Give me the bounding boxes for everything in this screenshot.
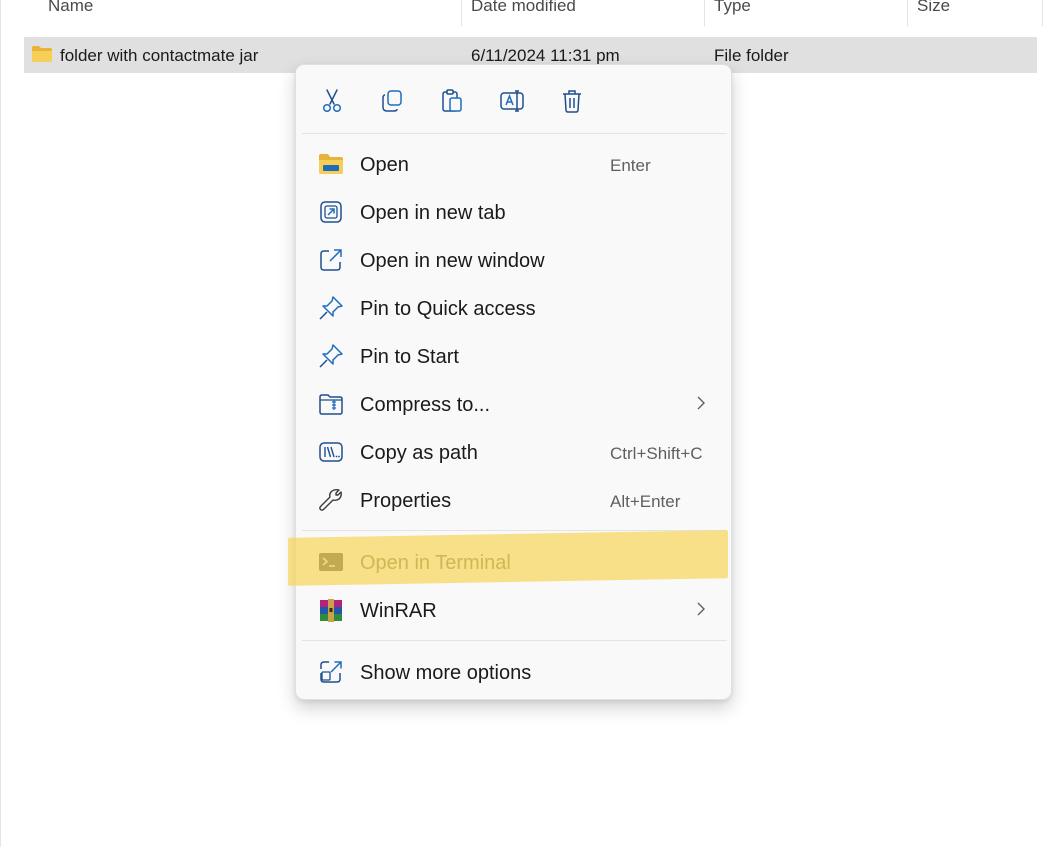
column-date-modified[interactable]: Date modified: [471, 0, 576, 16]
menu-item-show-more-options[interactable]: Show more options: [296, 648, 731, 696]
terminal-icon: [318, 549, 344, 575]
menu-item-copy-as-path[interactable]: Copy as path Ctrl+Shift+C: [296, 428, 731, 476]
column-divider[interactable]: [1042, 0, 1043, 26]
menu-item-label: Properties: [360, 490, 452, 512]
menu-item-compress[interactable]: Compress to...: [296, 380, 731, 428]
rename-icon: [500, 90, 524, 112]
menu-item-label: WinRAR: [360, 600, 437, 622]
new-tab-icon: [318, 199, 344, 225]
zip-folder-icon: [318, 391, 344, 417]
pin-icon: [318, 343, 344, 369]
rename-button[interactable]: [496, 85, 528, 117]
file-type: File folder: [714, 46, 789, 65]
chevron-right-icon: [697, 396, 705, 410]
menu-item-label: Pin to Start: [360, 346, 459, 368]
cut-button[interactable]: [316, 85, 348, 117]
column-type[interactable]: Type: [714, 0, 751, 16]
menu-item-properties[interactable]: Properties Alt+Enter: [296, 476, 731, 524]
menu-divider: [302, 640, 727, 641]
quick-action-bar: [296, 65, 731, 133]
file-name: folder with contactmate jar: [60, 46, 259, 65]
paste-button[interactable]: [436, 85, 468, 117]
menu-item-label: Show more options: [360, 662, 532, 684]
menu-item-label: Copy as path: [360, 442, 478, 464]
context-menu: Open Enter Open in new tab Open in new w…: [295, 64, 732, 700]
menu-item-label: Open in Terminal: [360, 552, 511, 574]
menu-item-label: Compress to...: [360, 394, 491, 416]
menu-item-shortcut: Ctrl+Shift+C: [610, 444, 703, 463]
wrench-icon: [318, 487, 344, 513]
menu-item-shortcut: Enter: [610, 156, 651, 175]
menu-item-label: Pin to Quick access: [360, 298, 536, 320]
new-window-icon: [318, 247, 344, 273]
chevron-right-icon: [697, 602, 705, 616]
column-divider[interactable]: [461, 0, 462, 26]
trash-icon: [563, 90, 581, 113]
folder-icon: [32, 46, 52, 62]
pin-icon: [318, 295, 344, 321]
menu-item-label: Open in new window: [360, 250, 545, 272]
menu-item-open[interactable]: Open Enter: [296, 140, 731, 188]
menu-item-open-new-window[interactable]: Open in new window: [296, 236, 731, 284]
menu-item-shortcut: Alt+Enter: [610, 492, 681, 511]
column-divider[interactable]: [704, 0, 705, 26]
folder-open-icon: [318, 151, 344, 177]
column-header: Name Date modified Type Size: [0, 0, 1064, 26]
winrar-icon: [318, 597, 344, 623]
copy-icon: [382, 90, 402, 112]
more-options-icon: [318, 659, 344, 685]
file-date-modified: 6/11/2024 11:31 pm: [471, 46, 620, 65]
column-divider[interactable]: [907, 0, 908, 26]
menu-item-pin-quick-access[interactable]: Pin to Quick access: [296, 284, 731, 332]
copy-button[interactable]: [376, 85, 408, 117]
scissors-icon: [322, 89, 342, 113]
menu-divider: [302, 530, 727, 531]
menu-item-label: Open: [360, 154, 409, 176]
column-size[interactable]: Size: [917, 0, 950, 16]
menu-item-winrar[interactable]: WinRAR: [296, 586, 731, 634]
delete-button[interactable]: [556, 85, 588, 117]
menu-item-open-new-tab[interactable]: Open in new tab: [296, 188, 731, 236]
pane-left-border: [0, 0, 1, 847]
copy-path-icon: [318, 439, 344, 465]
column-name[interactable]: Name: [48, 0, 93, 16]
menu-item-open-terminal[interactable]: Open in Terminal: [296, 538, 731, 586]
menu-item-label: Open in new tab: [360, 202, 506, 224]
menu-item-pin-start[interactable]: Pin to Start: [296, 332, 731, 380]
menu-divider: [302, 133, 727, 134]
paste-icon: [442, 89, 462, 112]
